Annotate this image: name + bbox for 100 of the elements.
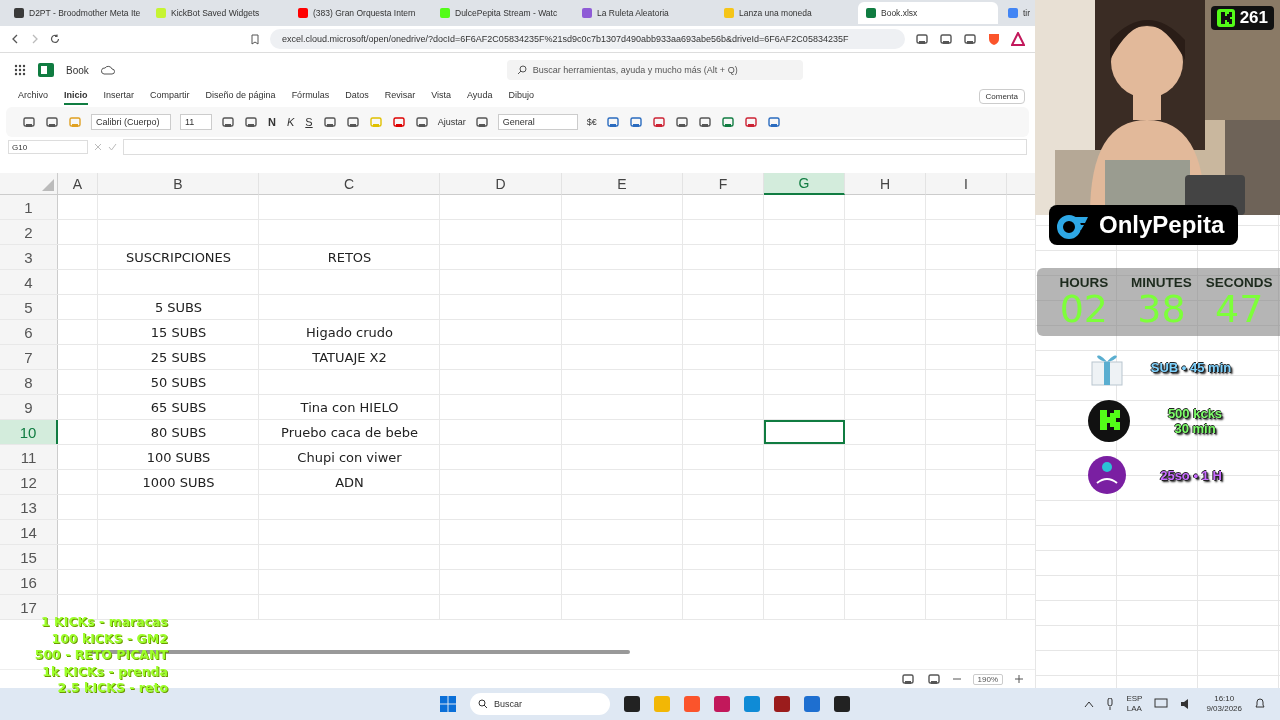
table-cell-text: Higado crudo — [305, 323, 394, 342]
windows-start-icon[interactable] — [440, 696, 456, 712]
currency-button[interactable]: $€ — [586, 117, 597, 127]
clock-time[interactable]: 16:10 — [1214, 694, 1235, 704]
cloud-saved-icon — [100, 65, 115, 75]
browser-tab[interactable]: Book.xlsx — [858, 2, 998, 24]
monitor-icon[interactable] — [1154, 698, 1169, 710]
microphone-icon[interactable] — [1106, 698, 1115, 710]
menu-tab[interactable]: Inicio — [64, 87, 88, 105]
bookmark-icon[interactable] — [250, 33, 260, 45]
row-header[interactable]: 10 — [0, 420, 58, 444]
triangle-icon[interactable] — [1011, 32, 1025, 46]
font-size-dropdown[interactable]: 11 — [180, 114, 212, 130]
layout-indicator[interactable]: LAA — [1126, 704, 1142, 714]
menu-tab[interactable]: Diseño de página — [205, 87, 276, 105]
kick-goal-text: 1k KICKs - prenda — [42, 663, 168, 680]
timer-label: HOURS — [1059, 274, 1109, 290]
table-cell-text: 50 SUBS — [149, 373, 208, 392]
wrap-text-button[interactable]: Ajustar — [437, 117, 466, 127]
column-header[interactable]: A — [58, 173, 98, 195]
row-header[interactable]: 7 — [0, 345, 58, 369]
table-cell-text: Tina con HIELO — [299, 398, 400, 417]
zoom-dropdown[interactable]: 190% — [972, 673, 1003, 685]
table-cell-text: Chupi con viwer — [296, 448, 403, 467]
menu-tab[interactable]: Vista — [431, 87, 452, 105]
row-header[interactable]: 14 — [0, 520, 58, 544]
column-header[interactable]: D — [440, 173, 562, 195]
reload-icon[interactable] — [50, 34, 60, 44]
table-cell-text: 15 SUBS — [149, 323, 208, 342]
column-header[interactable]: C — [259, 173, 440, 195]
timer-label: MINUTES — [1131, 274, 1192, 290]
row-header[interactable]: 5 — [0, 295, 58, 319]
number-format-dropdown[interactable]: General — [497, 114, 578, 130]
font-dropdown[interactable]: Calibri (Cuerpo) — [91, 114, 171, 130]
column-header[interactable]: I — [926, 173, 1007, 195]
taskbar-app-icon[interactable] — [834, 696, 850, 712]
row-header[interactable]: 13 — [0, 495, 58, 519]
menu-tab[interactable]: Fórmulas — [291, 87, 330, 105]
back-icon[interactable] — [10, 34, 20, 44]
menu-tab[interactable]: Compartir — [150, 87, 190, 105]
row-header[interactable]: 12 — [0, 470, 58, 494]
clock-date[interactable]: 9/03/2026 — [1206, 704, 1242, 714]
check-icon[interactable] — [108, 143, 117, 151]
search-icon — [478, 699, 488, 709]
browser-tab[interactable]: Lanza una moneda — [716, 2, 856, 24]
comments-button[interactable]: Comenta — [978, 88, 1025, 104]
search-field[interactable]: Buscar herramientas, ayuda y mucho más (Alt + Q) — [506, 60, 803, 80]
menu-tab[interactable]: Datos — [345, 87, 369, 105]
browser-tab[interactable]: KickBot Saved Widgets — [148, 2, 288, 24]
taskbar-app-icon[interactable] — [624, 696, 640, 712]
menu-tab[interactable]: Insertar — [103, 87, 135, 105]
table-cell-text: 80 SUBS — [149, 423, 208, 442]
language-indicator[interactable]: ESP — [1126, 694, 1143, 704]
chevron-up-icon[interactable] — [1084, 700, 1095, 708]
taskbar-search-field[interactable]: Buscar — [470, 693, 610, 715]
row-header[interactable]: 1 — [0, 195, 58, 219]
menu-tab[interactable]: Archivo — [18, 87, 48, 105]
format-button[interactable]: N — [267, 116, 277, 128]
tab-favicon-icon — [1008, 8, 1018, 18]
browser-tab[interactable]: (383) Gran Orquesta Intern — [290, 2, 430, 24]
kick-goal-text: 100 kICKS - GM2 — [51, 630, 168, 647]
column-header[interactable]: G — [764, 173, 845, 195]
row-header[interactable]: 9 — [0, 395, 58, 419]
row-header[interactable]: 16 — [0, 570, 58, 594]
row-header[interactable]: 6 — [0, 320, 58, 344]
menu-tab[interactable]: Revisar — [384, 87, 416, 105]
notification-icon[interactable] — [1254, 698, 1266, 710]
browser-tab[interactable]: tir — [1000, 2, 1035, 24]
tab-favicon-icon — [582, 8, 592, 18]
excel-logo-icon — [38, 63, 54, 77]
shield-icon[interactable] — [987, 32, 1001, 46]
zoom-in-icon[interactable] — [1015, 675, 1023, 683]
column-header[interactable]: E — [562, 173, 683, 195]
format-button[interactable]: S — [304, 116, 314, 128]
column-header[interactable]: H — [845, 173, 926, 195]
selected-cell[interactable] — [764, 420, 845, 444]
table-cell-text: 25 SUBS — [149, 348, 208, 367]
timer-value: 02 — [1059, 289, 1108, 330]
address-bar[interactable]: excel.cloud.microsoft/open/onedrive/?docId=6F6AF2C05834235F%21sd9c0c7b1307d490abb933aa693abe56b&driveId=6F6AF2C05834235F — [270, 29, 905, 49]
row-header[interactable]: 8 — [0, 370, 58, 394]
menu-tab[interactable]: Dibujo — [508, 87, 534, 105]
channel-name-badge: OnlyPepita — [1049, 205, 1239, 245]
tab-favicon-icon — [14, 8, 24, 18]
app-launcher-icon[interactable] — [14, 64, 26, 76]
format-button[interactable]: K — [285, 116, 296, 128]
column-header[interactable]: B — [98, 173, 259, 195]
row-header[interactable]: 4 — [0, 270, 58, 294]
browser-tab[interactable]: D2PT - Broodmother Meta Ite — [6, 2, 146, 24]
kick-logo-icon — [1216, 9, 1235, 27]
browser-tab[interactable]: La Ruleta Aleatoria — [574, 2, 714, 24]
menu-tab[interactable]: Ayuda — [467, 87, 493, 105]
row-header[interactable]: 2 — [0, 220, 58, 244]
kick-count-badge: 261 — [1210, 6, 1274, 30]
browser-tab[interactable]: DulcePepita Stream - Watc — [432, 2, 572, 24]
formula-field[interactable] — [123, 139, 1027, 155]
tab-favicon-icon — [298, 8, 308, 18]
row-header[interactable]: 3 — [0, 245, 58, 269]
name-box[interactable]: G10 — [8, 140, 88, 154]
row-header[interactable]: 11 — [0, 445, 58, 469]
row-header[interactable]: 15 — [0, 545, 58, 569]
